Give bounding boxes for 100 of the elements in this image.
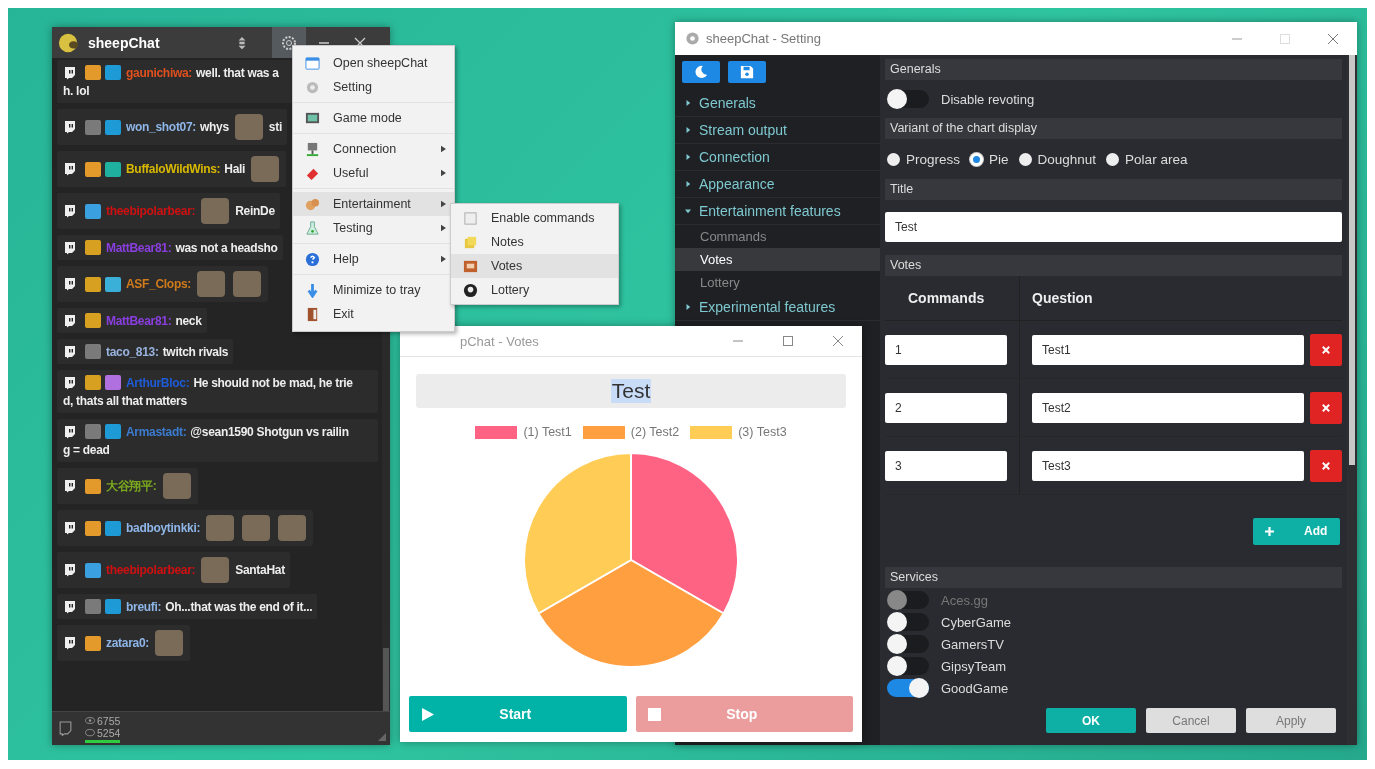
close-button[interactable]: [1327, 32, 1339, 45]
speech-bubble-icon: [63, 563, 77, 577]
toggle-label: Disable revoting: [941, 91, 1035, 107]
menu-item-icon: [305, 141, 320, 157]
radio-option[interactable]: Pie: [970, 151, 1009, 167]
menu-item[interactable]: Minimize to tray: [293, 278, 454, 302]
command-field[interactable]: 3: [885, 450, 1007, 481]
emote-image: [278, 515, 307, 541]
nav-item[interactable]: Connection: [675, 144, 880, 171]
caret-icon: [685, 99, 691, 107]
toggle-switch[interactable]: [887, 679, 929, 697]
speech-bubble-icon: [63, 120, 77, 134]
close-icon: [1322, 345, 1330, 354]
radio-option[interactable]: Progress: [887, 151, 961, 167]
menu-item-icon: [305, 196, 320, 212]
menu-item[interactable]: Game mode: [293, 106, 454, 130]
message-text: He should not be mad, he trie: [193, 375, 353, 390]
nav-item[interactable]: Stream output: [675, 117, 880, 144]
service-label: GoodGame: [941, 680, 1009, 696]
save-button[interactable]: [728, 61, 766, 83]
delete-button[interactable]: [1310, 333, 1342, 366]
speech-bubble-icon: [63, 344, 77, 359]
legend-label: (3) Test3: [738, 425, 787, 439]
maximize-button[interactable]: [782, 335, 794, 347]
menu-item-icon: [305, 251, 320, 267]
nav-subitem[interactable]: Commands: [675, 225, 880, 248]
menu-item[interactable]: Notes: [451, 230, 618, 254]
menu-item[interactable]: Testing: [293, 216, 454, 240]
menu-item-icon: [305, 55, 320, 71]
speech-bubble-icon: [63, 424, 77, 439]
question-field[interactable]: Test2: [1032, 392, 1304, 423]
toggle-switch[interactable]: [887, 657, 929, 675]
emote-image: [201, 198, 230, 224]
message-text: ReinDe: [235, 204, 275, 218]
service-label: CyberGame: [941, 614, 1012, 630]
menu-item[interactable]: Useful: [293, 161, 454, 185]
resize-grip-icon[interactable]: [377, 732, 387, 742]
window-title: sheepChat: [88, 34, 161, 51]
emote-image: [206, 515, 235, 541]
menu-item-icon: [463, 234, 478, 250]
emote-image: [162, 473, 191, 499]
scrollbar[interactable]: [1347, 55, 1357, 745]
legend-label: (1) Test1: [523, 425, 572, 439]
caret-icon: [685, 207, 691, 215]
message-text: well. that was a: [196, 65, 279, 80]
column-header: Commands: [885, 276, 1020, 320]
username: breufi:: [126, 599, 162, 614]
message-text: Hali: [224, 162, 246, 176]
command-field[interactable]: 1: [885, 334, 1007, 365]
menu-item[interactable]: Enable commands: [451, 206, 618, 230]
menu-item-icon: [305, 220, 320, 236]
menu-item[interactable]: Help: [293, 247, 454, 271]
section-header: Generals: [885, 59, 1342, 80]
question-field[interactable]: Test1: [1032, 334, 1304, 365]
nav-subitem[interactable]: Votes: [675, 248, 880, 271]
message-text: was not a headsho: [175, 240, 278, 255]
menu-item[interactable]: Lottery: [451, 278, 618, 302]
nav-item[interactable]: Generals: [675, 90, 880, 117]
menu-item[interactable]: Exit: [293, 302, 454, 326]
username: MattBear81:: [106, 313, 172, 328]
title-field[interactable]: Test: [885, 212, 1342, 242]
menu-item-icon: [463, 210, 478, 226]
command-field[interactable]: 2: [885, 392, 1007, 423]
username: ArthurBloc:: [126, 375, 190, 390]
username: won_shot07:: [126, 120, 197, 134]
service-label: GamersTV: [941, 636, 1004, 652]
nav-subitem[interactable]: Lottery: [675, 271, 880, 294]
menu-item[interactable]: Entertainment: [293, 192, 454, 216]
emote-image: [233, 271, 261, 297]
delete-button[interactable]: [1310, 449, 1342, 482]
close-icon: [1322, 403, 1330, 412]
radio-option[interactable]: Doughnut: [1018, 151, 1097, 167]
emote-image: [197, 271, 225, 297]
delete-button[interactable]: [1310, 391, 1342, 424]
menu-item[interactable]: Connection: [293, 137, 454, 161]
nav-item[interactable]: Appearance: [675, 171, 880, 198]
swap-icon[interactable]: [236, 35, 248, 50]
speech-bubble-icon: [63, 599, 77, 614]
caret-icon: [685, 303, 691, 311]
username: theebipolarbear:: [106, 563, 196, 577]
nav-item[interactable]: Entertainment features: [675, 198, 880, 225]
menu-item[interactable]: Open sheepChat: [293, 51, 454, 75]
caret-icon: [685, 180, 691, 188]
gear-icon: [685, 31, 700, 46]
menu-item-icon: [463, 282, 478, 298]
dark-mode-button[interactable]: [682, 61, 720, 83]
question-field[interactable]: Test3: [1032, 450, 1304, 481]
message-text: d, thats all that matters: [63, 394, 187, 408]
toggle-switch[interactable]: [887, 613, 929, 631]
vote-title: Test: [610, 379, 652, 403]
chat-icon: [85, 728, 95, 737]
service-label: GipsyTeam: [941, 658, 1007, 674]
speech-bubble-icon: [63, 313, 77, 328]
toggle-switch[interactable]: [887, 90, 929, 108]
menu-item[interactable]: Setting: [293, 75, 454, 99]
menu-item-icon: [305, 306, 320, 322]
radio-option[interactable]: Polar area: [1106, 151, 1188, 167]
toggle-switch[interactable]: [887, 635, 929, 653]
nav-item[interactable]: Experimental features: [675, 294, 880, 321]
menu-item[interactable]: Votes: [451, 254, 618, 278]
